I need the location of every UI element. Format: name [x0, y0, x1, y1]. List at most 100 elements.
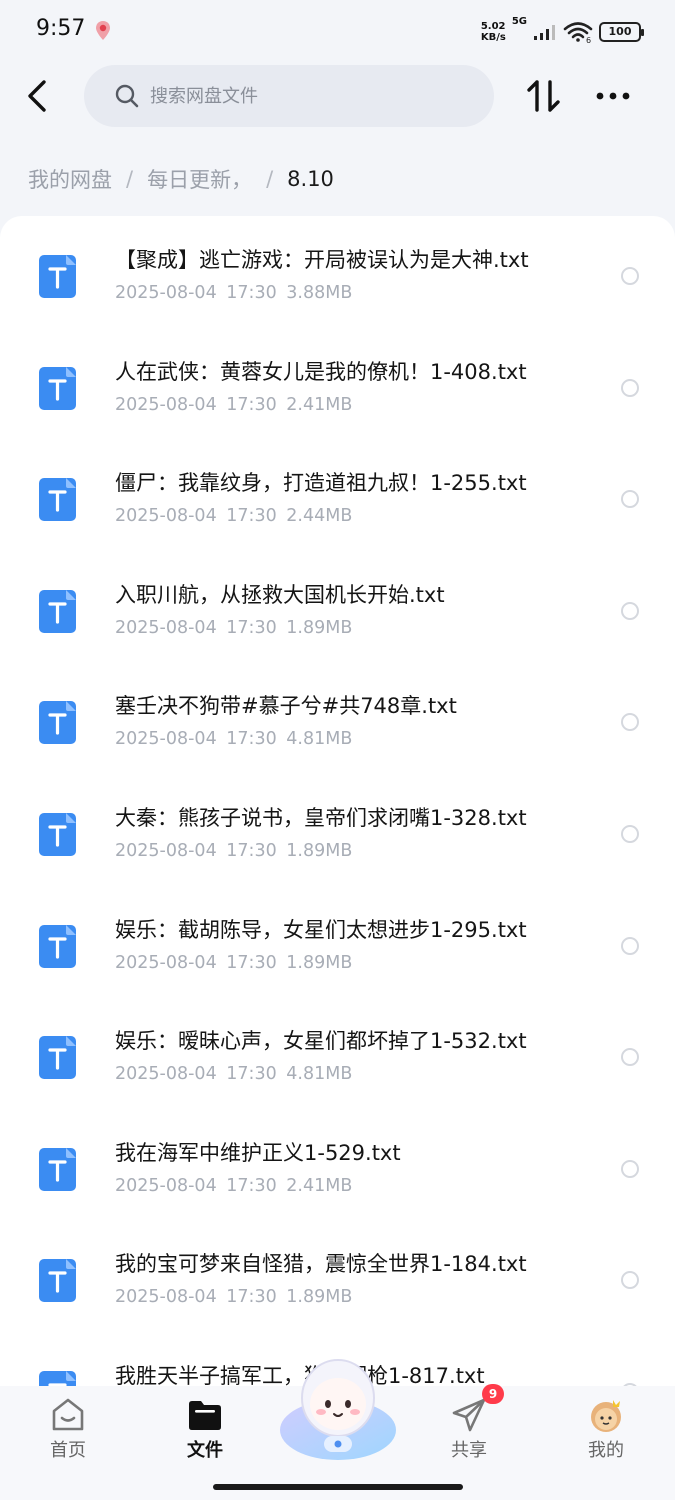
- file-name: 我在海军中维护正义1-529.txt: [115, 1140, 401, 1165]
- nav-share-label: 共享: [451, 1440, 487, 1461]
- file-size: 1.89MB: [286, 617, 353, 638]
- file-meta: 2025-08-04 17:30 1.89MB: [115, 953, 352, 973]
- file-time: 17:30: [226, 394, 277, 415]
- select-checkbox[interactable]: [621, 378, 639, 397]
- breadcrumb-separator: /: [126, 167, 134, 191]
- nav-files[interactable]: 文件: [160, 1396, 250, 1468]
- select-checkbox[interactable]: [621, 825, 639, 843]
- select-checkbox[interactable]: [621, 490, 639, 509]
- share-badge: 9: [482, 1384, 504, 1404]
- file-date: 2025-08-04: [115, 1064, 217, 1085]
- file-row[interactable]: 我在海军中维护正义1-529.txt 2025-08-04 17:30 2.41M…: [0, 1109, 675, 1221]
- file-time: 17:30: [226, 1287, 277, 1308]
- file-row[interactable]: 我的宝可梦来自怪猎，震惊全世界1-184.txt 2025-08-04 17:30…: [0, 1220, 675, 1332]
- more-options-icon[interactable]: [594, 86, 634, 106]
- file-row[interactable]: 娱乐：暧昧心声，女星们都坏掉了1-532.txt 2025-08-04 17:30…: [0, 997, 675, 1109]
- file-meta: 2025-08-04 17:30 2.41MB: [115, 395, 352, 415]
- status-indicators: 5.02 KB/s 5G 6 100: [480, 16, 644, 46]
- breadcrumb-current: 8.10: [287, 167, 334, 191]
- status-bar: 9:57 5.02 KB/s 5G 6 100: [0, 0, 675, 62]
- breadcrumb-folder[interactable]: 每日更新，: [147, 164, 252, 194]
- file-date: 2025-08-04: [115, 617, 217, 638]
- file-name: 僵尸：我靠纹身，打造道祖九叔！1-255.txt: [115, 471, 527, 496]
- txt-file-icon: [39, 589, 76, 633]
- file-row[interactable]: 【聚成】逃亡游戏：开局被误认为是大神.txt 2025-08-04 17:30 3…: [0, 216, 675, 328]
- search-input[interactable]: [150, 85, 450, 107]
- file-size: 2.44MB: [286, 506, 353, 527]
- folder-icon: [189, 1401, 221, 1430]
- txt-file-icon: [39, 1036, 76, 1080]
- nav-share[interactable]: 共享: [424, 1396, 514, 1468]
- file-row[interactable]: 娱乐：截胡陈导，女星们太想进步1-295.txt 2025-08-04 17:30…: [0, 886, 675, 998]
- file-time: 17:30: [226, 952, 277, 973]
- file-row[interactable]: 入职川航，从拯救大国机长开始.txt 2025-08-04 17:30 1.89M…: [0, 551, 675, 663]
- file-date: 2025-08-04: [115, 841, 217, 861]
- txt-file-icon: [39, 1371, 76, 1386]
- nav-home-label: 首页: [50, 1440, 86, 1461]
- file-row[interactable]: 僵尸：我靠纹身，打造道祖九叔！1-255.txt 2025-08-04 17:30…: [0, 439, 675, 551]
- file-meta: 2025-08-04 17:30 2.44MB: [115, 506, 352, 526]
- file-name: 塞壬决不狗带#慕子兮#共748章.txt: [115, 694, 457, 719]
- nav-files-label: 文件: [187, 1440, 223, 1461]
- select-checkbox[interactable]: [621, 1048, 639, 1067]
- nav-me[interactable]: 我的: [561, 1396, 651, 1468]
- file-name: 娱乐：截胡陈导，女星们太想进步1-295.txt: [115, 917, 527, 942]
- file-size: 1.89MB: [286, 952, 353, 973]
- network-speed-value: 5.02: [480, 21, 506, 32]
- back-arrow-icon[interactable]: [20, 76, 56, 116]
- file-size: 1.89MB: [286, 841, 353, 861]
- select-checkbox[interactable]: [621, 267, 639, 285]
- select-checkbox[interactable]: [621, 713, 639, 732]
- wifi-icon: 6: [563, 22, 593, 43]
- file-date: 2025-08-04: [115, 729, 217, 750]
- location-pin-icon: [96, 21, 110, 40]
- file-time: 17:30: [226, 841, 277, 861]
- file-size: 2.41MB: [286, 394, 353, 415]
- file-name: 入职川航，从拯救大国机长开始.txt: [115, 582, 445, 607]
- file-meta: 2025-08-04 17:30 1.89MB: [115, 1287, 352, 1307]
- select-checkbox[interactable]: [621, 1159, 639, 1178]
- select-checkbox[interactable]: [621, 936, 639, 955]
- file-meta: 2025-08-04 17:30 1.89MB: [115, 841, 352, 861]
- breadcrumb-root[interactable]: 我的网盘: [28, 164, 112, 194]
- txt-file-icon: [39, 478, 76, 522]
- sort-icon[interactable]: [526, 78, 562, 114]
- nav-home[interactable]: 首页: [23, 1396, 113, 1468]
- file-name: 人在武侠：黄蓉女儿是我的僚机！1-408.txt: [115, 359, 527, 384]
- file-size: 3.88MB: [286, 283, 353, 303]
- file-row[interactable]: 大秦：熊孩子说书，皇帝们求闭嘴1-328.txt 2025-08-04 17:30…: [0, 774, 675, 886]
- search-icon: [115, 84, 139, 108]
- breadcrumb-separator: /: [266, 167, 274, 191]
- file-name: 【聚成】逃亡游戏：开局被误认为是大神.txt: [115, 248, 529, 272]
- file-list: 【聚成】逃亡游戏：开局被误认为是大神.txt 2025-08-04 17:30 3…: [0, 216, 675, 1386]
- file-row[interactable]: 塞壬决不狗带#慕子兮#共748章.txt 2025-08-04 17:30 4.8…: [0, 662, 675, 774]
- file-name: 娱乐：暧昧心声，女星们都坏掉了1-532.txt: [115, 1029, 527, 1054]
- txt-file-icon: [39, 255, 76, 298]
- txt-file-icon: [39, 1147, 76, 1191]
- avatar: [591, 1400, 621, 1432]
- nav-me-label: 我的: [588, 1440, 624, 1461]
- file-time: 17:30: [226, 1064, 277, 1085]
- file-size: 4.81MB: [286, 729, 353, 750]
- file-date: 2025-08-04: [115, 283, 217, 303]
- home-indicator: [213, 1484, 463, 1490]
- txt-file-icon: [39, 924, 76, 968]
- file-size: 2.41MB: [286, 1175, 353, 1196]
- file-time: 17:30: [226, 617, 277, 638]
- file-name: 大秦：熊孩子说书，皇帝们求闭嘴1-328.txt: [115, 806, 527, 830]
- txt-file-icon: [39, 366, 76, 410]
- file-meta: 2025-08-04 17:30 3.88MB: [115, 283, 352, 303]
- network-type: 5G: [511, 16, 527, 27]
- select-checkbox[interactable]: [621, 1271, 639, 1290]
- ai-assistant-mascot-icon[interactable]: [276, 1352, 400, 1464]
- file-size: 1.89MB: [286, 1287, 353, 1308]
- send-icon: [452, 1398, 486, 1432]
- file-date: 2025-08-04: [115, 952, 217, 973]
- file-date: 2025-08-04: [115, 506, 217, 527]
- file-meta: 2025-08-04 17:30 2.41MB: [115, 1176, 352, 1196]
- select-checkbox[interactable]: [621, 601, 639, 620]
- file-date: 2025-08-04: [115, 1175, 217, 1196]
- file-time: 17:30: [226, 1175, 277, 1196]
- file-row[interactable]: 人在武侠：黄蓉女儿是我的僚机！1-408.txt 2025-08-04 17:30…: [0, 328, 675, 440]
- search-bar[interactable]: [84, 65, 494, 127]
